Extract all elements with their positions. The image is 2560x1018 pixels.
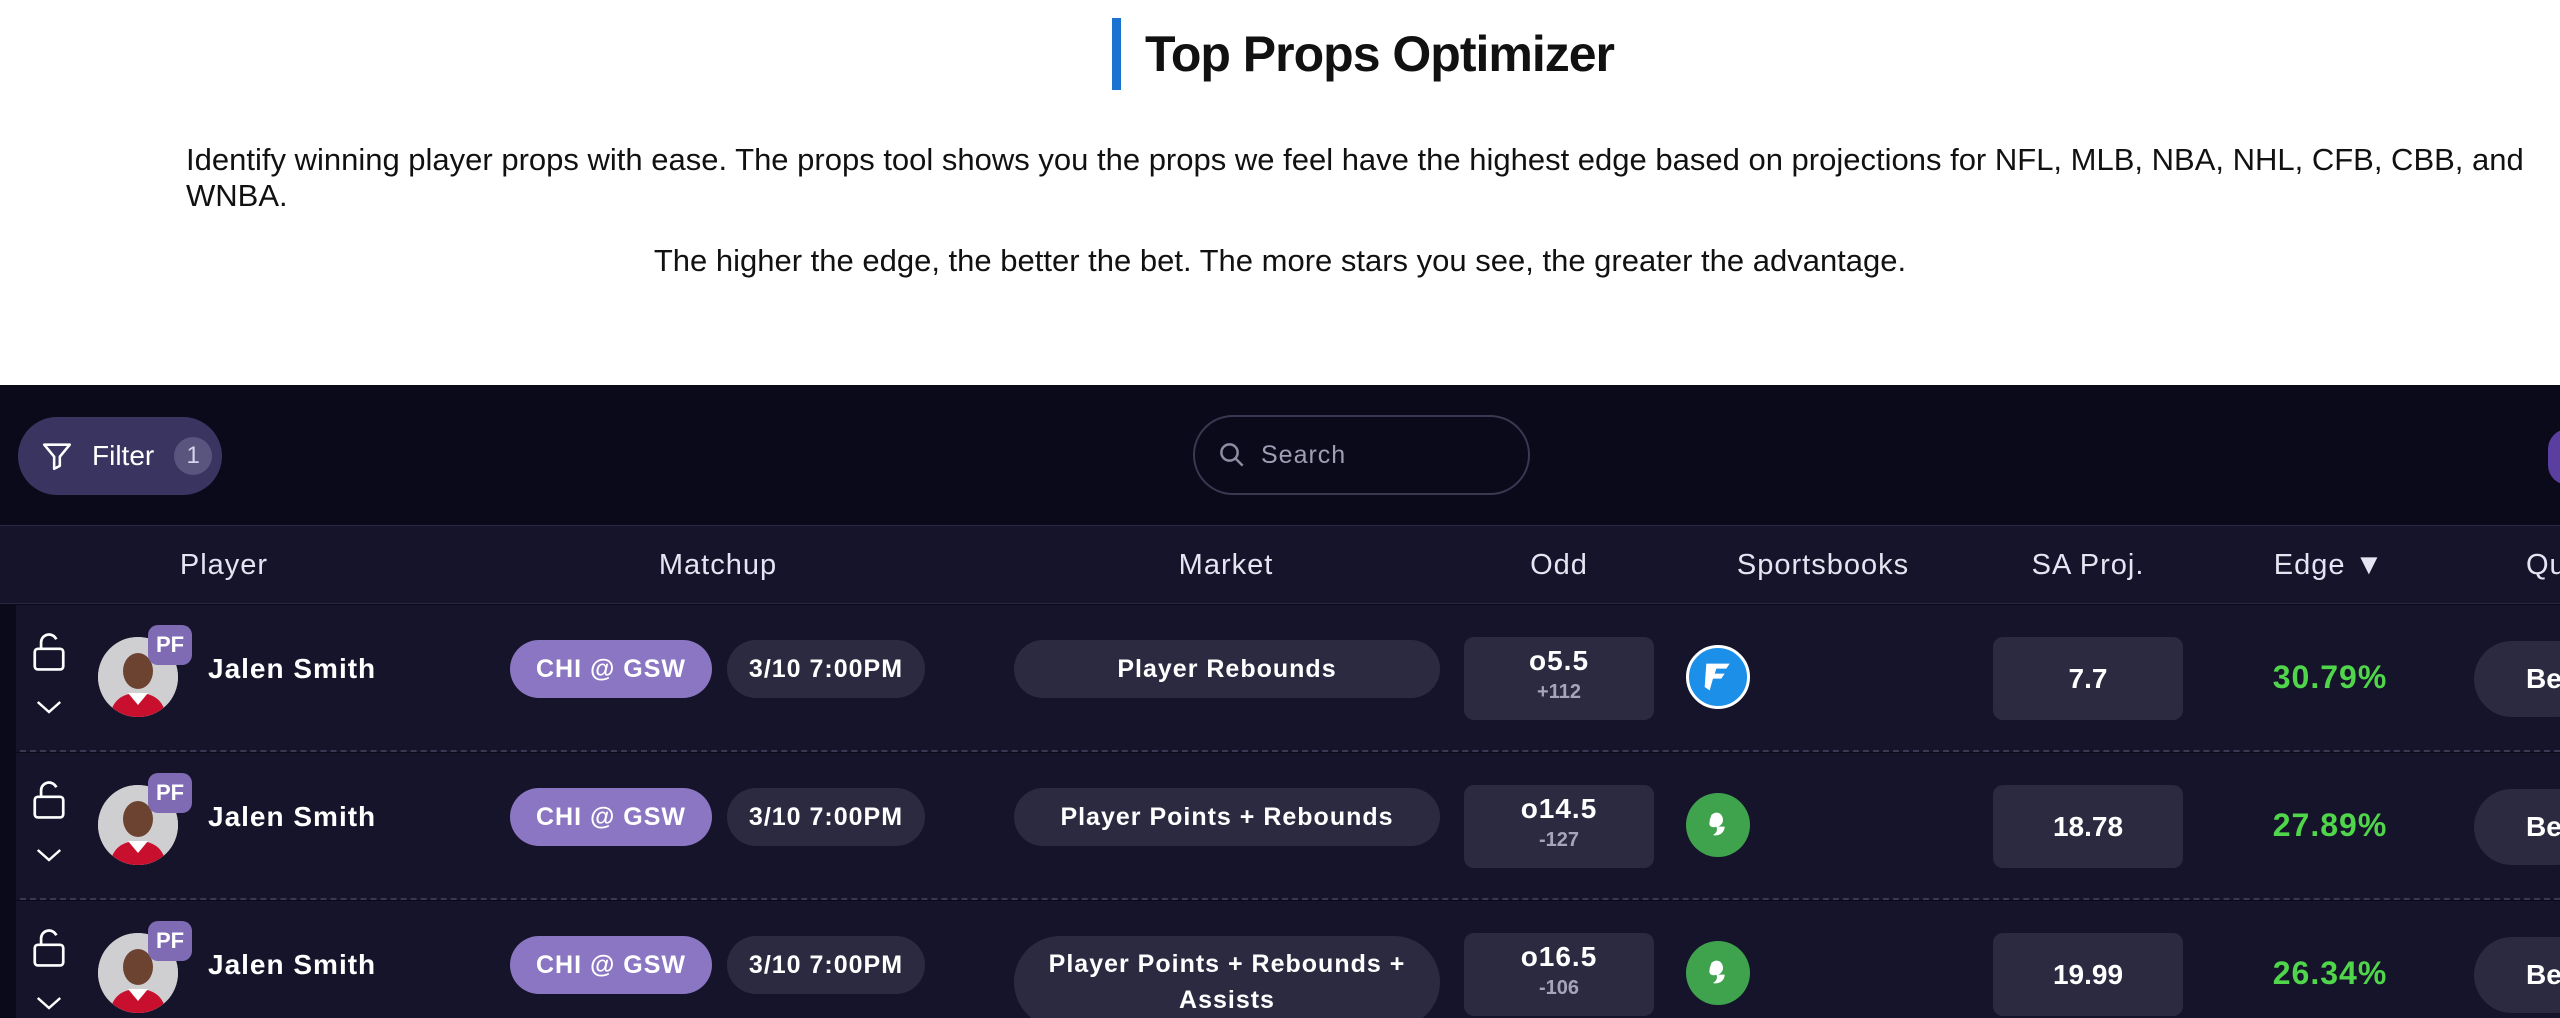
filter-icon (42, 443, 72, 471)
search-placeholder: Search (1261, 440, 1347, 469)
matchup-pill: CHI @ GSW (510, 640, 712, 698)
table-row: PF Jalen Smith CHI @ GSW 3/10 7:00PM Pla… (0, 901, 2560, 1018)
column-header-edge[interactable]: Edge ▼ (2254, 526, 2404, 604)
intro-description: Identify winning player props with ease.… (186, 142, 2524, 213)
player-name[interactable]: Jalen Smith (208, 801, 376, 833)
bet-button[interactable]: Be (2474, 641, 2560, 717)
sa-projection: 19.99 (1993, 933, 2183, 1016)
column-header-sportsbooks[interactable]: Sportsbooks (1710, 526, 1936, 604)
odd-cell: o16.5 -106 (1464, 933, 1654, 1016)
search-input[interactable]: Search (1193, 415, 1530, 495)
intro-section: Top Props Optimizer Identify winning pla… (0, 0, 2560, 385)
props-table-panel: Filter 1 Search Player Matchup Market Od… (0, 385, 2560, 1018)
table-row: PF Jalen Smith CHI @ GSW 3/10 7:00PM Pla… (0, 605, 2560, 752)
column-header-odd[interactable]: Odd (1500, 526, 1618, 604)
chevron-down-icon[interactable] (34, 845, 64, 865)
intro-subdescription: The higher the edge, the better the bet.… (653, 243, 1907, 278)
odd-line: o14.5 (1520, 793, 1598, 824)
edge-value: 30.79% (2272, 659, 2388, 695)
column-header-qu[interactable]: Qu (2526, 526, 2560, 604)
market-pill: Player Points + Rebounds + Assists (1014, 936, 1440, 1018)
player-name[interactable]: Jalen Smith (208, 653, 376, 685)
matchup-pill: CHI @ GSW (510, 788, 712, 846)
odd-line: o5.5 (1528, 645, 1590, 676)
column-header-matchup[interactable]: Matchup (620, 526, 816, 604)
game-time-pill: 3/10 7:00PM (727, 788, 925, 846)
draftkings-icon[interactable] (1686, 793, 1750, 857)
unlock-icon[interactable] (30, 927, 68, 969)
row-edge-strip (0, 753, 16, 900)
market-pill: Player Points + Rebounds (1014, 788, 1440, 846)
odd-cell: o5.5 +112 (1464, 637, 1654, 720)
odd-price: -127 (1538, 829, 1580, 851)
player-name[interactable]: Jalen Smith (208, 949, 376, 981)
position-badge: PF (148, 921, 192, 961)
odd-price: -106 (1538, 977, 1580, 999)
odd-cell: o14.5 -127 (1464, 785, 1654, 868)
table-toolbar: Filter 1 Search (0, 385, 2560, 526)
row-edge-strip (0, 901, 16, 1018)
position-badge: PF (148, 625, 192, 665)
filter-label: Filter (92, 440, 155, 471)
title-accent-bar (1112, 18, 1121, 90)
table-row: PF Jalen Smith CHI @ GSW 3/10 7:00PM Pla… (0, 753, 2560, 900)
column-header-market[interactable]: Market (1126, 526, 1326, 604)
sa-projection: 7.7 (1993, 637, 2183, 720)
fanduel-icon[interactable] (1686, 645, 1750, 709)
page-title: Top Props Optimizer (1145, 26, 1615, 82)
edge-value: 27.89% (2272, 807, 2388, 843)
sa-projection: 18.78 (1993, 785, 2183, 868)
filter-count-badge: 1 (174, 437, 213, 475)
column-header-player[interactable]: Player (130, 526, 318, 604)
toolbar-action-button[interactable] (2548, 429, 2560, 485)
market-pill: Player Rebounds (1014, 640, 1440, 698)
edge-value: 26.34% (2272, 955, 2388, 991)
filter-button[interactable]: Filter 1 (18, 417, 222, 495)
game-time-pill: 3/10 7:00PM (727, 936, 925, 994)
unlock-icon[interactable] (30, 779, 68, 821)
search-icon (1220, 443, 1244, 467)
bet-button[interactable]: Be (2474, 789, 2560, 865)
odd-line: o16.5 (1520, 941, 1598, 972)
chevron-down-icon[interactable] (34, 697, 64, 717)
unlock-icon[interactable] (30, 631, 68, 673)
bet-button[interactable]: Be (2474, 937, 2560, 1013)
draftkings-icon[interactable] (1686, 941, 1750, 1005)
matchup-pill: CHI @ GSW (510, 936, 712, 994)
table-header: Player Matchup Market Odd Sportsbooks SA… (0, 526, 2560, 604)
column-header-sa-proj[interactable]: SA Proj. (2020, 526, 2156, 604)
chevron-down-icon[interactable] (34, 993, 64, 1013)
row-edge-strip (0, 605, 16, 752)
game-time-pill: 3/10 7:00PM (727, 640, 925, 698)
page-title-wrap: Top Props Optimizer (1112, 18, 1615, 90)
odd-price: +112 (1537, 681, 1581, 703)
position-badge: PF (148, 773, 192, 813)
